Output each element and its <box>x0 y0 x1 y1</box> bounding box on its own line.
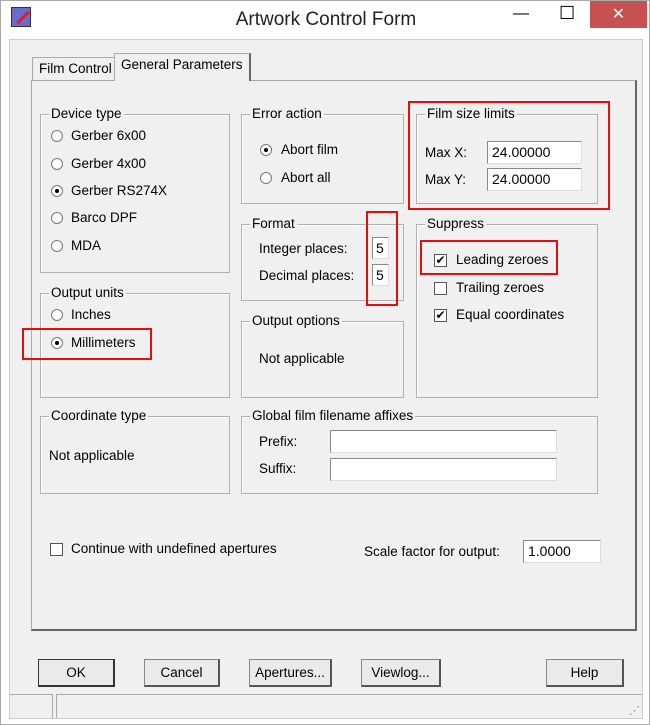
scale-factor-input[interactable]: 1.0000 <box>523 540 601 563</box>
status-pane <box>10 694 53 718</box>
help-button[interactable]: Help <box>546 659 624 687</box>
radio-label: Inches <box>71 307 111 322</box>
status-pane <box>56 694 642 718</box>
prefix-input[interactable] <box>330 430 557 453</box>
group-label: Format <box>250 216 297 231</box>
filename-affixes-group: Global film filename affixes <box>241 408 598 494</box>
group-label: Device type <box>49 106 124 121</box>
ok-button[interactable]: OK <box>38 659 115 687</box>
radio-gerber-4x00[interactable] <box>51 158 63 170</box>
output-options-value: Not applicable <box>259 351 345 366</box>
radio-mda[interactable] <box>51 240 63 252</box>
close-button[interactable]: ✕ <box>590 1 647 28</box>
radio-abort-all[interactable] <box>260 172 272 184</box>
radio-label: Abort film <box>281 142 339 157</box>
viewlog-button[interactable]: Viewlog... <box>361 659 441 687</box>
highlight-box <box>366 211 398 306</box>
error-action-group: Error action <box>241 106 404 204</box>
radio-label: Abort all <box>281 170 331 185</box>
window-title: Artwork Control Form <box>235 9 417 30</box>
radio-barco-dpf[interactable] <box>51 212 63 224</box>
maximize-button[interactable]: ☐ <box>559 3 575 24</box>
radio-gerber-6x00[interactable] <box>51 130 63 142</box>
highlight-box <box>22 328 152 360</box>
group-label: Error action <box>250 106 324 121</box>
coordinate-type-value: Not applicable <box>49 448 135 463</box>
decimal-places-label: Decimal places: <box>259 268 355 283</box>
suffix-input[interactable] <box>330 458 557 481</box>
tab-general-parameters[interactable]: General Parameters <box>114 53 251 81</box>
checkbox-label: Equal coordinates <box>456 307 565 322</box>
cancel-button[interactable]: Cancel <box>144 659 220 687</box>
radio-label: Barco DPF <box>71 210 138 225</box>
scale-factor-label: Scale factor for output: <box>364 544 500 559</box>
checkbox-label: Trailing zeroes <box>456 280 545 295</box>
radio-label: MDA <box>71 238 101 253</box>
group-label: Output units <box>49 285 126 300</box>
continue-undefined-apertures-checkbox[interactable] <box>50 543 63 556</box>
resize-grip-icon[interactable]: ⋰ <box>629 704 640 717</box>
suffix-label: Suffix: <box>259 461 297 476</box>
radio-abort-film[interactable] <box>260 144 272 156</box>
trailing-zeroes-checkbox[interactable] <box>434 282 447 295</box>
minimize-button[interactable]: — <box>513 5 529 23</box>
group-label: Coordinate type <box>49 408 149 423</box>
apertures-button[interactable]: Apertures... <box>249 659 332 687</box>
tab-film-control[interactable]: Film Control <box>32 57 119 80</box>
integer-places-label: Integer places: <box>259 241 348 256</box>
dialog-window: Artwork Control Form — ☐ ✕ Film Control … <box>0 0 650 725</box>
checkbox-label: Continue with undefined apertures <box>71 541 277 556</box>
radio-gerber-rs274x[interactable] <box>51 185 63 197</box>
radio-inches[interactable] <box>51 309 63 321</box>
highlight-box <box>408 101 610 210</box>
equal-coordinates-checkbox[interactable]: ✔ <box>434 309 447 322</box>
radio-label: Gerber RS274X <box>71 183 168 198</box>
group-label: Global film filename affixes <box>250 408 416 423</box>
group-label: Suppress <box>425 216 487 231</box>
radio-label: Gerber 6x00 <box>71 128 147 143</box>
highlight-box <box>420 240 558 275</box>
prefix-label: Prefix: <box>259 434 298 449</box>
group-label: Output options <box>250 313 342 328</box>
radio-label: Gerber 4x00 <box>71 156 147 171</box>
